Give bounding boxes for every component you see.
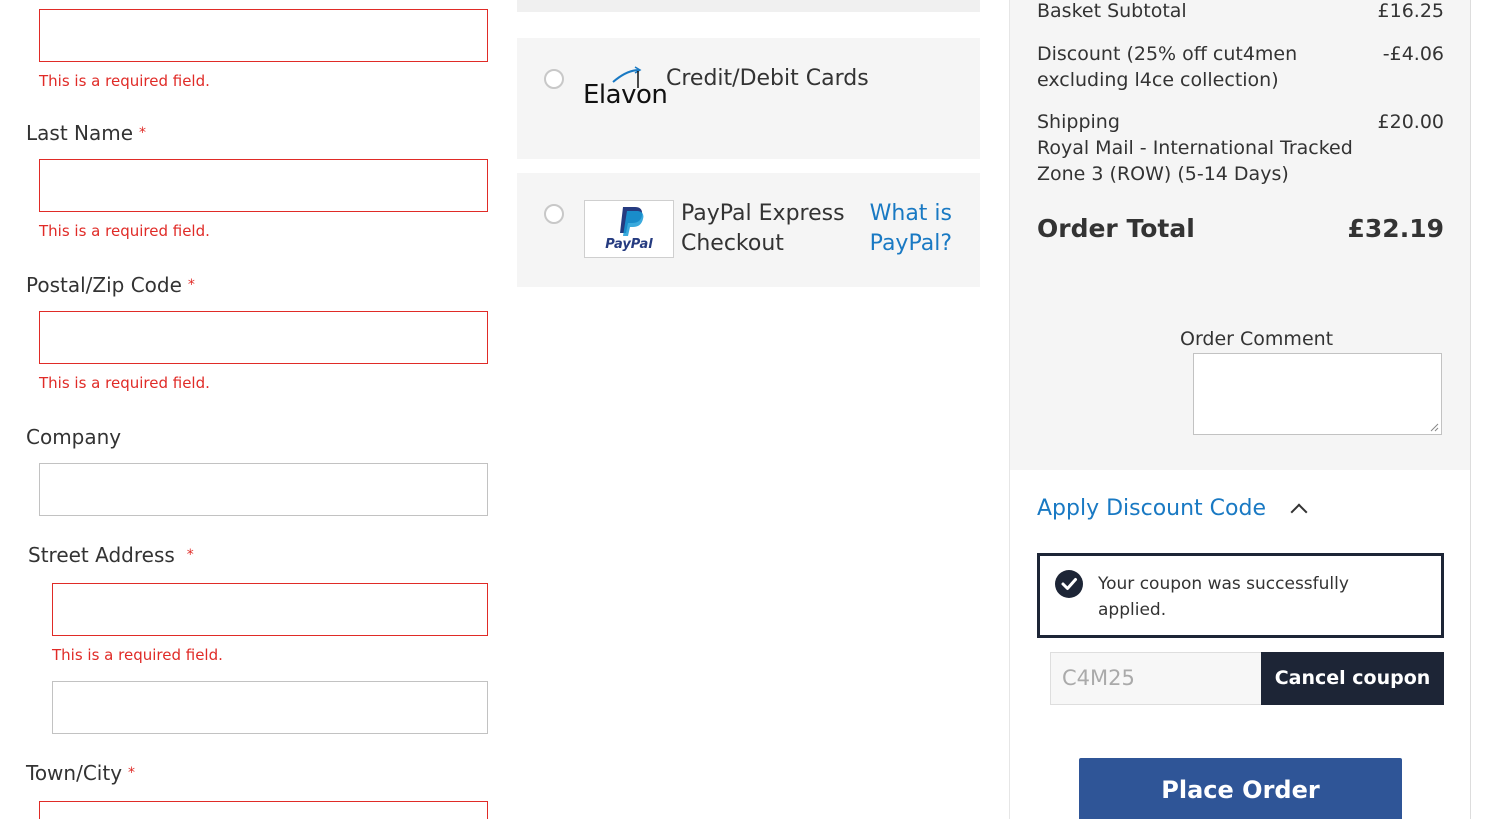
postcode-label: Postal/Zip Code * (26, 273, 195, 297)
required-marker: * (128, 765, 136, 781)
town-city-input[interactable] (39, 801, 488, 819)
discount-label-line2: excluding l4ce collection) (1037, 69, 1279, 91)
what-is-paypal-line1: What is (869, 201, 952, 226)
paypal-label-line2: Checkout (681, 231, 784, 256)
paypal-logo-text: PayPal (605, 237, 653, 252)
coupon-success-line1: Your coupon was successfully (1098, 574, 1349, 594)
shipping-label: Shipping Royal Mail - International Trac… (1037, 109, 1353, 187)
paypal-radio[interactable] (544, 204, 564, 224)
checkmark-icon (1061, 578, 1077, 590)
payment-method-elavon[interactable]: Elavon Credit/Debit Cards (517, 38, 980, 159)
discount-code-input[interactable]: C4M25 (1050, 652, 1262, 705)
apply-discount-toggle[interactable]: Apply Discount Code (1037, 496, 1308, 521)
elavon-label[interactable]: Credit/Debit Cards (666, 64, 869, 94)
discount-value: -£4.06 (1382, 43, 1444, 65)
subtotal-label: Basket Subtotal (1037, 0, 1187, 22)
required-marker: * (186, 547, 194, 563)
order-comment-textarea[interactable] (1193, 353, 1442, 435)
chevron-up-icon (1290, 503, 1308, 521)
street-address-error: This is a required field. (52, 646, 223, 664)
cancel-coupon-button[interactable]: Cancel coupon (1261, 652, 1444, 705)
shipping-method-line2: Zone 3 (ROW) (5-14 Days) (1037, 163, 1289, 185)
street-address-line2-input[interactable] (52, 681, 488, 734)
last-name-error: This is a required field. (39, 222, 210, 240)
coupon-success-message: Your coupon was successfully applied. (1037, 553, 1444, 638)
postcode-input[interactable] (39, 311, 488, 364)
company-input[interactable] (39, 463, 488, 516)
shipping-method-line1: Royal Mail - International Tracked (1037, 137, 1353, 159)
coupon-success-line2: applied. (1098, 600, 1167, 620)
last-name-label: Last Name * (26, 121, 147, 145)
shipping-value: £20.00 (1377, 111, 1444, 133)
street-address-label: Street Address * (28, 543, 194, 567)
postcode-error: This is a required field. (39, 374, 210, 392)
order-total-value: £32.19 (1347, 214, 1444, 243)
check-circle-icon (1055, 570, 1083, 598)
shipping-label-text: Shipping (1037, 111, 1120, 133)
last-name-input[interactable] (39, 159, 488, 212)
paypal-label[interactable]: PayPal Express Checkout (681, 199, 845, 259)
elavon-logo: Elavon (583, 66, 668, 110)
order-total-label: Order Total (1037, 214, 1195, 243)
payment-method-paypal[interactable]: PayPal PayPal Express Checkout What is P… (517, 173, 980, 287)
street-address-line1-input[interactable] (52, 583, 488, 636)
what-is-paypal-link[interactable]: What is PayPal? (847, 199, 952, 259)
coupon-success-text: Your coupon was successfully applied. (1098, 571, 1349, 623)
discount-label-line1: Discount (25% off cut4men (1037, 43, 1298, 65)
paypal-label-line1: PayPal Express (681, 201, 845, 226)
required-marker: * (139, 125, 147, 141)
what-is-paypal-line2: PayPal? (869, 231, 952, 256)
required-marker: * (187, 277, 195, 293)
resize-handle-icon[interactable] (1429, 422, 1439, 432)
payment-section-strip (517, 0, 980, 12)
apply-discount-label: Apply Discount Code (1037, 496, 1267, 521)
subtotal-value: £16.25 (1377, 0, 1444, 22)
paypal-logo: PayPal (584, 200, 674, 258)
order-comment-label: Order Comment (1180, 328, 1334, 350)
place-order-button[interactable]: Place Order (1079, 758, 1402, 819)
first-name-input[interactable] (39, 9, 488, 62)
first-name-error: This is a required field. (39, 72, 210, 90)
town-city-label: Town/City * (26, 761, 136, 785)
elavon-logo-text: Elavon (583, 80, 668, 110)
elavon-radio[interactable] (544, 69, 564, 89)
discount-label: Discount (25% off cut4men excluding l4ce… (1037, 41, 1297, 93)
company-label: Company (26, 425, 122, 449)
